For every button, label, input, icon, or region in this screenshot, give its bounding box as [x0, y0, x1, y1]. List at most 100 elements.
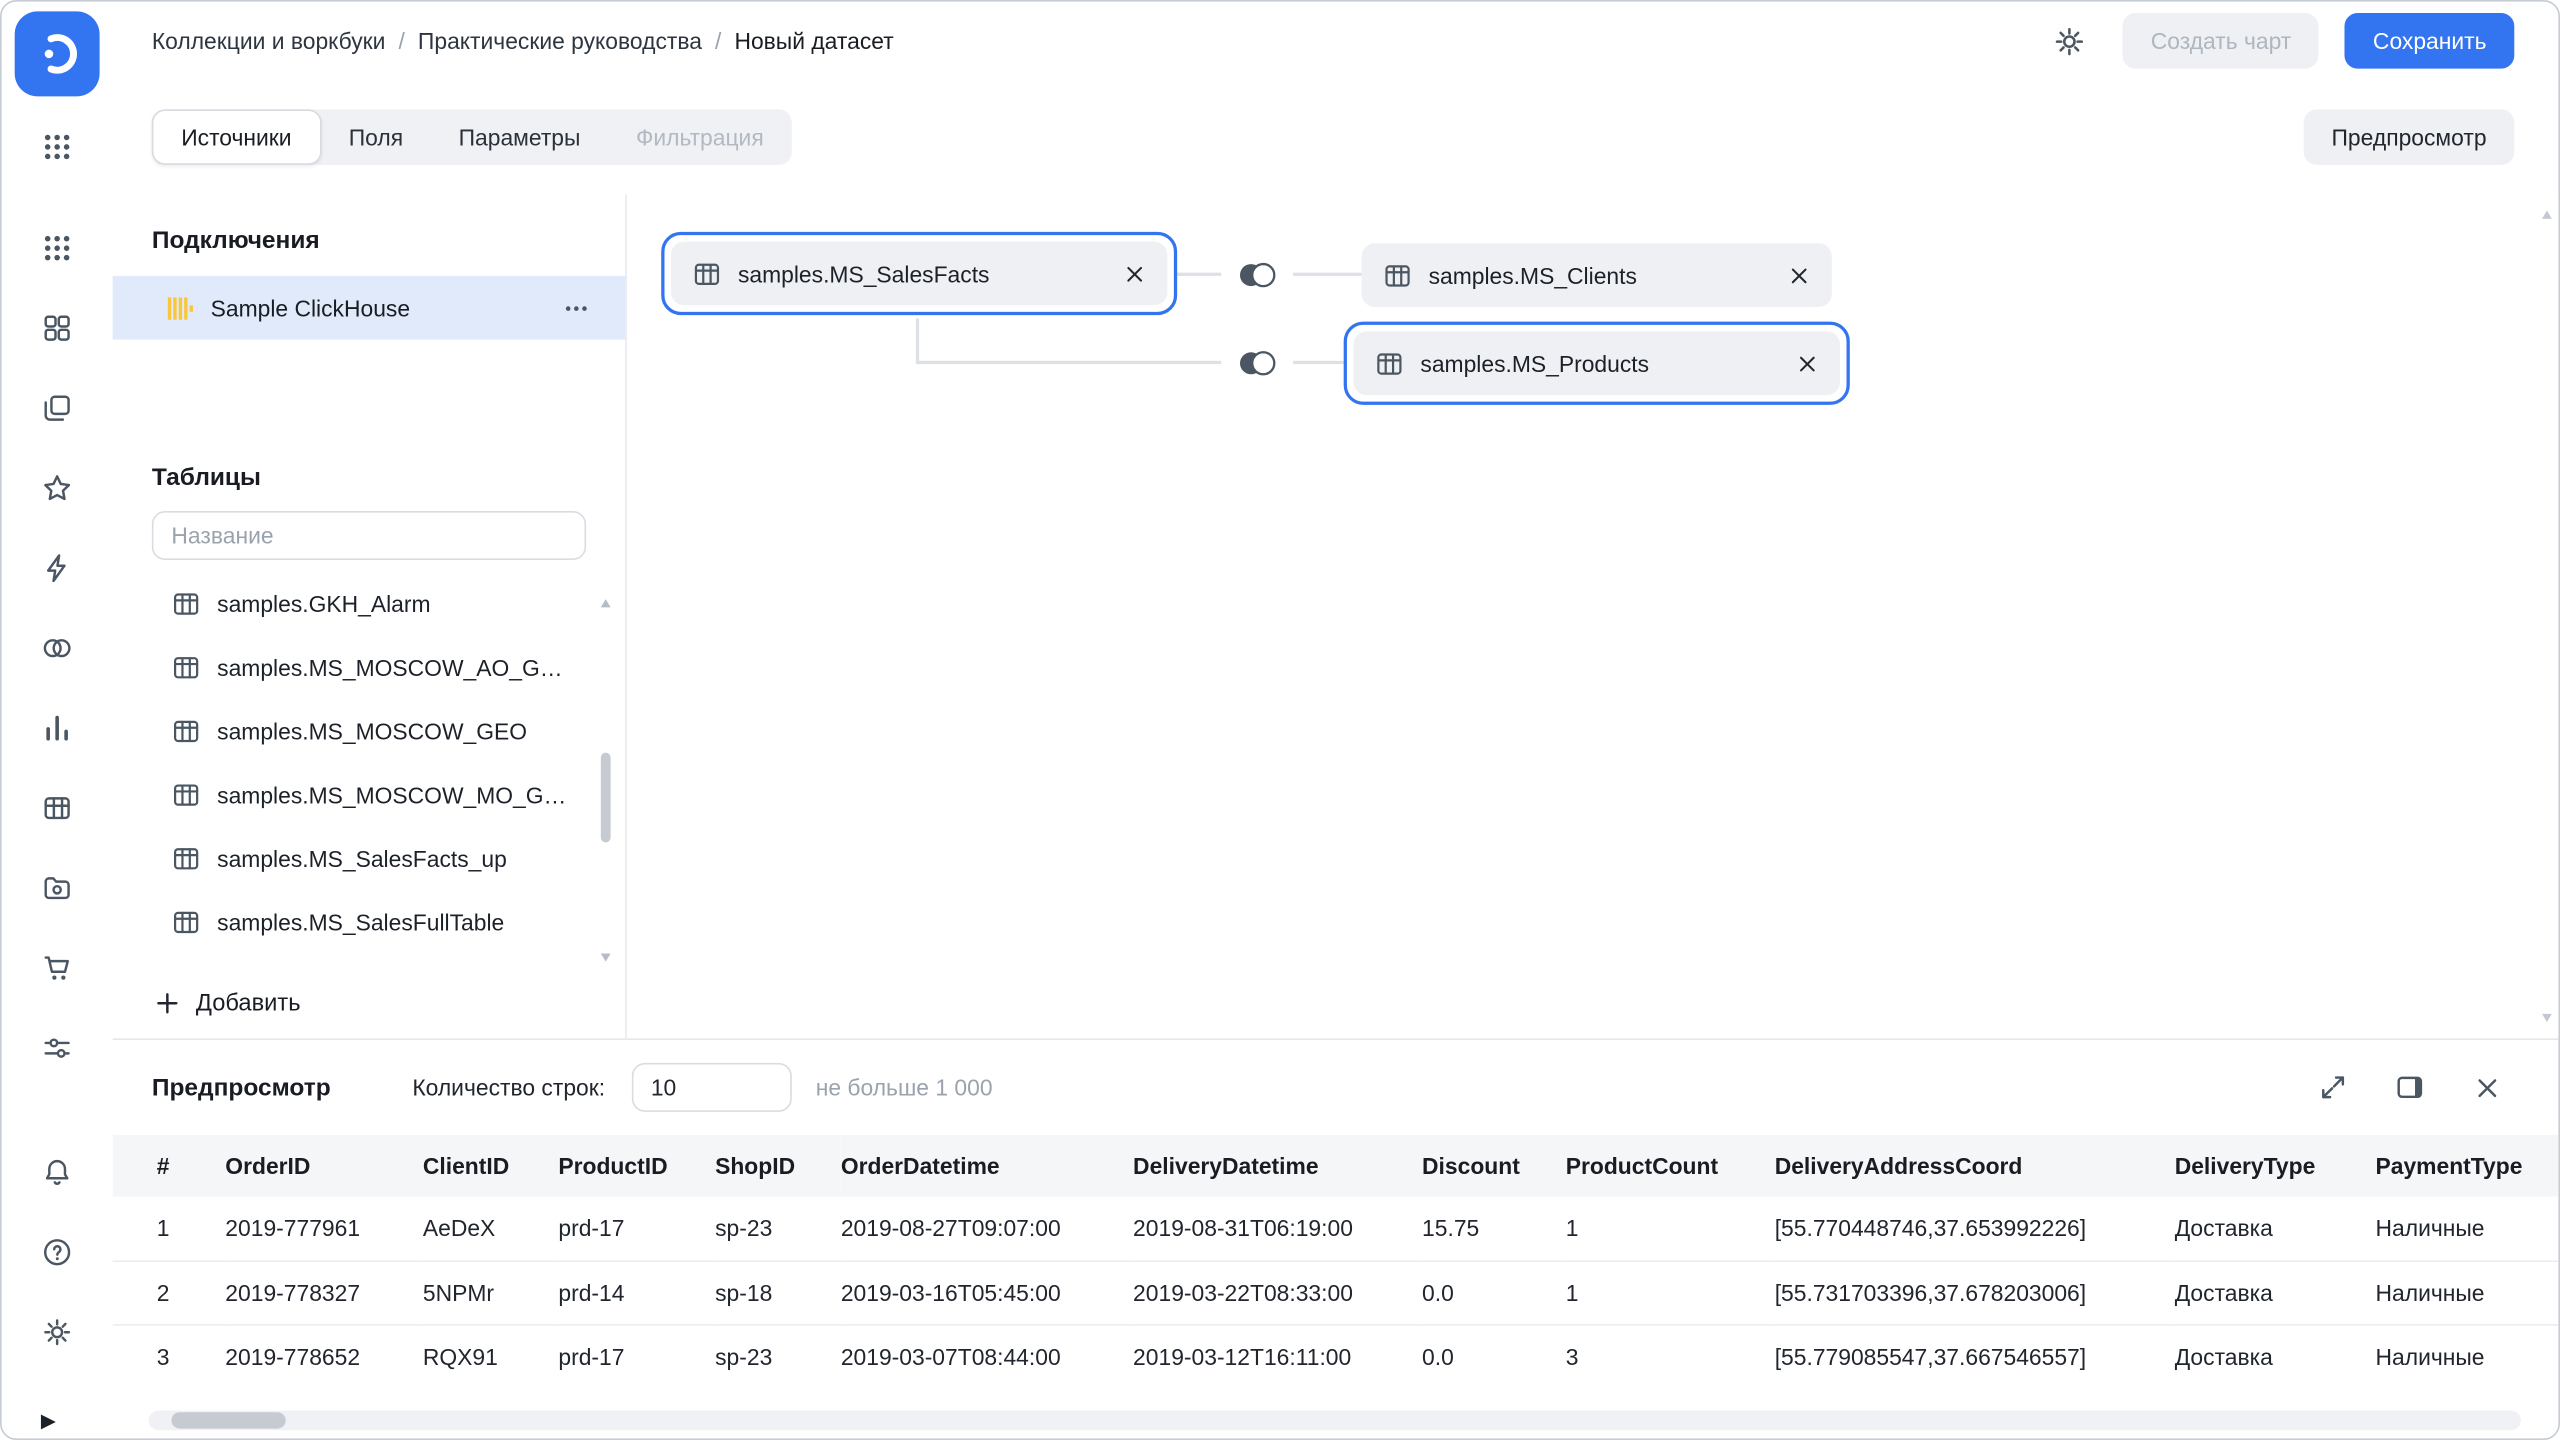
- datalens-logo[interactable]: [15, 11, 100, 96]
- table-node-products[interactable]: samples.MS_Products: [1353, 331, 1840, 395]
- plus-icon: [153, 989, 181, 1017]
- table-cell: 2019-777961: [225, 1197, 423, 1261]
- preview-table: #OrderIDClientIDProductIDShopIDOrderDate…: [113, 1135, 2559, 1388]
- tables-scrollbar[interactable]: [599, 599, 612, 961]
- tab-fields[interactable]: Поля: [321, 109, 431, 165]
- column-header: OrderDatetime: [841, 1135, 1133, 1197]
- close-preview-icon[interactable]: [2459, 1060, 2515, 1116]
- table-cell: AeDeX: [423, 1197, 559, 1261]
- table-grid-icon: [1375, 349, 1404, 378]
- table-node-clients[interactable]: samples.MS_Clients: [1362, 243, 1832, 307]
- files-icon[interactable]: [29, 860, 85, 916]
- remove-table-icon[interactable]: [1104, 262, 1146, 285]
- horizontal-scrollbar[interactable]: [149, 1411, 2521, 1431]
- table-name: samples.MS_MOSCOW_AO_G…: [217, 654, 562, 680]
- add-table-button[interactable]: Добавить: [153, 989, 625, 1017]
- table-row: 32019-778652RQX91prd-17sp-232019-03-07T0…: [113, 1324, 2559, 1388]
- sources-panel: Подключения Sample: [113, 194, 627, 1038]
- table-list-item[interactable]: samples.MS_SalesFacts_up: [113, 826, 626, 890]
- tab-filtering[interactable]: Фильтрация: [608, 109, 791, 165]
- rows-limit-hint: не больше 1 000: [816, 1074, 993, 1100]
- apps-grid-icon[interactable]: [29, 119, 85, 175]
- remove-table-icon[interactable]: [1776, 352, 1818, 375]
- settings-icon[interactable]: [2041, 13, 2097, 69]
- breadcrumb-collections[interactable]: Коллекции и воркбуки: [152, 28, 386, 54]
- tab-parameters[interactable]: Параметры: [431, 109, 608, 165]
- table-name: samples.MS_SalesFacts_up: [217, 845, 507, 871]
- table-name: samples.MS_MOSCOW_GEO: [217, 718, 527, 744]
- table-list-item[interactable]: samples.MS_SalesFullTable: [113, 890, 626, 954]
- dashboards-icon[interactable]: [29, 300, 85, 356]
- content-row: Подключения Sample: [113, 194, 2559, 1038]
- table-list-item[interactable]: samples.MS_MOSCOW_GEO: [113, 699, 626, 763]
- table-cell: sp-18: [715, 1260, 841, 1324]
- split-view-icon[interactable]: [2382, 1060, 2438, 1116]
- collections-icon[interactable]: [29, 380, 85, 436]
- table-list-item[interactable]: samples.MS_MOSCOW_AO_G…: [113, 635, 626, 699]
- inner-join-icon[interactable]: [1221, 251, 1293, 297]
- rows-count-input[interactable]: [631, 1063, 791, 1112]
- top-actions: Создать чарт Сохранить: [2041, 13, 2514, 69]
- table-name: samples.MS_SalesFullTable: [217, 909, 504, 935]
- table-list-item[interactable]: samples.GKH_Alarm: [113, 571, 626, 635]
- node-salesfacts-highlight: samples.MS_SalesFacts: [661, 232, 1177, 315]
- charts-icon[interactable]: [29, 700, 85, 756]
- column-header: ProductCount: [1566, 1135, 1775, 1197]
- table-cell: 2019-08-27T09:07:00: [841, 1197, 1133, 1261]
- help-icon[interactable]: [29, 1224, 85, 1280]
- node-products-highlight: samples.MS_Products: [1344, 322, 1850, 405]
- scrollbar-thumb[interactable]: [601, 753, 611, 843]
- table-cell: prd-14: [558, 1260, 715, 1324]
- table-cell: 2: [113, 1260, 226, 1324]
- node-label: samples.MS_Clients: [1429, 262, 1637, 288]
- connection-menu-icon[interactable]: [557, 288, 596, 327]
- table-list-item[interactable]: samples.MS_MOSCOW_MO_G…: [113, 762, 626, 826]
- table-grid-icon: [171, 907, 200, 936]
- preview-toggle-button[interactable]: Предпросмотр: [2304, 109, 2515, 165]
- create-chart-button[interactable]: Создать чарт: [2123, 13, 2319, 69]
- connections-icon[interactable]: [29, 540, 85, 596]
- table-cell: prd-17: [558, 1197, 715, 1261]
- breadcrumb-guides[interactable]: Практические руководства: [418, 28, 702, 54]
- table-cell: 5NPMr: [423, 1260, 559, 1324]
- rail-top-group: [29, 220, 85, 1076]
- tab-sources[interactable]: Источники: [152, 109, 321, 165]
- column-header: ShopID: [715, 1135, 841, 1197]
- clickhouse-icon: [165, 293, 194, 322]
- table-grid-icon: [171, 652, 200, 681]
- breadcrumb-current: Новый датасет: [734, 28, 893, 54]
- canvas-scroll-down-icon[interactable]: [2542, 1014, 2552, 1022]
- datasets-icon[interactable]: [29, 620, 85, 676]
- table-search-input[interactable]: [152, 511, 586, 560]
- settings-icon[interactable]: [29, 1304, 85, 1360]
- inner-join-icon[interactable]: [1221, 340, 1293, 386]
- table-cell: sp-23: [715, 1197, 841, 1261]
- breadcrumb-separator: /: [399, 28, 405, 54]
- column-header: OrderID: [225, 1135, 423, 1197]
- scroll-up-arrow-icon[interactable]: [601, 599, 611, 607]
- connections-title: Подключения: [152, 227, 586, 255]
- favorites-icon[interactable]: [29, 460, 85, 516]
- apps-grid-icon[interactable]: [29, 220, 85, 276]
- connection-name: Sample ClickHouse: [211, 295, 410, 321]
- table-cell: sp-23: [715, 1324, 841, 1388]
- connection-item[interactable]: Sample ClickHouse: [113, 276, 626, 340]
- table-cell: 0.0: [1422, 1324, 1566, 1388]
- expand-preview-icon[interactable]: [2305, 1060, 2361, 1116]
- canvas-scroll-up-icon[interactable]: [2542, 211, 2552, 219]
- table-node-salesfacts[interactable]: samples.MS_SalesFacts: [671, 242, 1167, 306]
- remove-table-icon[interactable]: [1768, 264, 1810, 287]
- tables-title: Таблицы: [152, 464, 586, 492]
- scroll-down-arrow-icon[interactable]: [601, 953, 611, 961]
- tables-icon[interactable]: [29, 780, 85, 836]
- services-icon[interactable]: [29, 1020, 85, 1076]
- save-button[interactable]: Сохранить: [2345, 13, 2514, 69]
- notifications-icon[interactable]: [29, 1144, 85, 1200]
- collapse-panel-icon[interactable]: ▶: [41, 1409, 56, 1432]
- table-cell: 2019-03-12T16:11:00: [1133, 1324, 1422, 1388]
- scrollbar-thumb[interactable]: [171, 1412, 285, 1428]
- table-cell: 3: [1566, 1324, 1775, 1388]
- table-grid-icon: [1383, 260, 1412, 289]
- marketplace-icon[interactable]: [29, 940, 85, 996]
- table-cell: 0.0: [1422, 1260, 1566, 1324]
